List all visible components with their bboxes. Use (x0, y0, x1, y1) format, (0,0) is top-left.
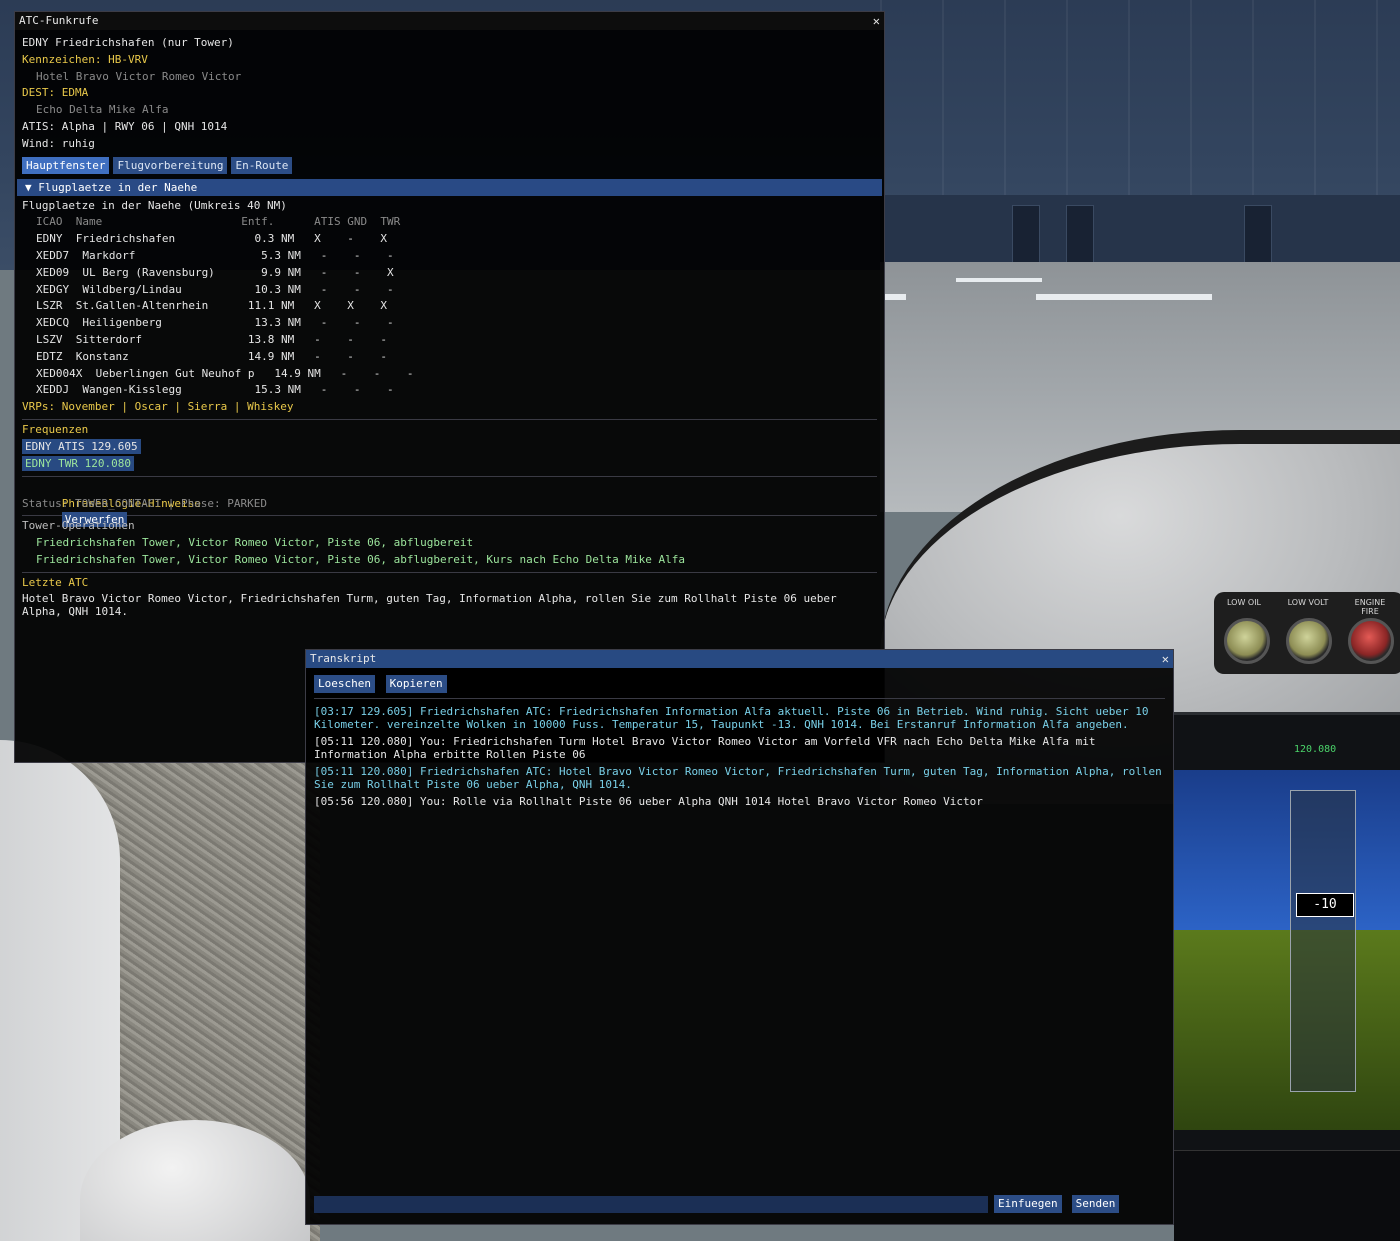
wind-line: Wind: ruhig (22, 136, 95, 150)
hangar-door (1066, 205, 1094, 265)
warning-label: ENGINE FIRE (1354, 598, 1386, 616)
pfd-frequency-readout: 120.080 (1294, 744, 1337, 755)
engine-fire-lamp[interactable] (1348, 618, 1394, 664)
status-line: Status: TOWER_CONTACT | Phase: PARKED (22, 496, 268, 510)
close-icon[interactable]: ✕ (873, 12, 880, 30)
table-row[interactable]: XEDCQ Heiligenberg 13.3 NM - - - (22, 315, 877, 332)
tab-hauptfenster[interactable]: Hauptfenster (22, 156, 110, 174)
destination-label: DEST: EDMA (22, 86, 89, 100)
tab-en-route[interactable]: En-Route (231, 156, 293, 174)
tarmac-marking (884, 294, 906, 300)
window-title: ATC-Funkrufe (19, 14, 99, 27)
insert-button[interactable]: Einfuegen (994, 1195, 1062, 1213)
tarmac-marking (956, 278, 1042, 282)
send-button[interactable]: Senden (1071, 1195, 1120, 1213)
message-input-row: Einfuegen Senden (314, 1194, 1165, 1214)
pfd-softkey-bar (1174, 1150, 1400, 1241)
table-row[interactable]: XEDD7 Markdorf 5.3 NM - - - (22, 248, 877, 265)
table-row[interactable]: XEDGY Wildberg/Lindau 10.3 NM - - - (22, 282, 877, 299)
pfd-ground (1174, 930, 1400, 1130)
airports-table-header: ICAO Name Entf. ATIS GND TWR (36, 215, 401, 229)
warning-light-panel: LOW OIL LOW VOLT ENGINE FIRE (1214, 592, 1400, 674)
tarmac-marking (1036, 294, 1212, 300)
nearby-title: Flugplaetze in der Naehe (Umkreis 40 NM) (22, 198, 287, 212)
tower-op-phrase[interactable]: Friedrichshafen Tower, Victor Romeo Vict… (22, 552, 877, 569)
transcript-log[interactable]: [03:17 129.605] Friedrichshafen ATC: Fri… (306, 699, 1173, 808)
airports-table: EDNY Friedrichshafen 0.3 NM X - X XEDD7 … (22, 231, 877, 399)
callsign-label: Kennzeichen: HB-VRV (22, 52, 148, 66)
table-row[interactable]: EDNY Friedrichshafen 0.3 NM X - X (22, 231, 877, 248)
hangar-band (880, 195, 1400, 265)
hangar-door (1244, 205, 1272, 265)
table-row[interactable]: XEDDJ Wangen-Kisslegg 15.3 NM - - - (22, 382, 877, 399)
low-volt-lamp[interactable] (1286, 618, 1332, 664)
separator (22, 571, 877, 573)
separator (22, 515, 877, 517)
close-icon[interactable]: ✕ (1162, 650, 1169, 668)
tower-ops-title: Tower-Operationen (22, 519, 135, 533)
transcript-entry: [05:11 120.080] Friedrichshafen ATC: Hot… (314, 765, 1162, 791)
pfd-vertical-speed-tape (1290, 790, 1356, 1092)
vrps-line: VRPs: November | Oscar | Sierra | Whiske… (22, 400, 294, 414)
nearby-airports-collapsing-header[interactable]: ▼ Flugplaetze in der Naehe (17, 178, 882, 196)
window-titlebar[interactable]: Transkript ✕ (306, 650, 1173, 668)
transcript-window: Transkript ✕ Loeschen Kopieren [03:17 12… (305, 649, 1174, 1225)
frequencies-title: Frequenzen (22, 422, 89, 436)
last-atc-title: Letzte ATC (22, 575, 89, 589)
last-atc-text: Hotel Bravo Victor Romeo Victor, Friedri… (22, 591, 837, 618)
transcript-entry: [03:17 129.605] Friedrichshafen ATC: Fri… (314, 705, 1149, 731)
clear-button[interactable]: Loeschen (314, 675, 375, 693)
pfd-sky (1174, 770, 1400, 930)
transcript-entry: [05:11 120.080] You: Friedrichshafen Tur… (314, 735, 1096, 761)
tab-flugvorbereitung[interactable]: Flugvorbereitung (113, 156, 228, 174)
frequency-button-atis[interactable]: EDNY ATIS 129.605 (22, 438, 141, 454)
table-row[interactable]: XED004X Ueberlingen Gut Neuhof p 14.9 NM… (22, 366, 877, 383)
callsign-spoken: Hotel Bravo Victor Romeo Victor (36, 69, 242, 83)
tab-bar: Hauptfenster Flugvorbereitung En-Route (22, 156, 877, 175)
message-input[interactable] (314, 1195, 988, 1213)
copy-button[interactable]: Kopieren (385, 675, 447, 693)
table-row[interactable]: LSZR St.Gallen-Altenrhein 11.1 NM X X X (22, 298, 877, 315)
table-row[interactable]: LSZV Sitterdorf 13.8 NM - - - (22, 332, 877, 349)
low-oil-lamp[interactable] (1224, 618, 1270, 664)
warning-label: LOW OIL (1226, 598, 1262, 607)
destination-spoken: Echo Delta Mike Alfa (36, 103, 169, 117)
tower-op-phrase[interactable]: Friedrichshafen Tower, Victor Romeo Vict… (22, 535, 877, 552)
atis-line: ATIS: Alpha | RWY 06 | QNH 1014 (22, 119, 228, 133)
warning-label: LOW VOLT (1287, 598, 1329, 607)
hangar-door (1012, 205, 1040, 265)
table-row[interactable]: EDTZ Konstanz 14.9 NM - - - (22, 349, 877, 366)
separator (22, 418, 877, 420)
window-titlebar[interactable]: ATC-Funkrufe ✕ (15, 12, 884, 30)
pfd-altitude-readout: -10 (1296, 893, 1354, 917)
airport-line: EDNY Friedrichshafen (nur Tower) (22, 36, 234, 49)
transcript-entry: [05:56 120.080] You: Rolle via Rollhalt … (314, 795, 983, 808)
separator (22, 475, 877, 477)
table-row[interactable]: XED09 UL Berg (Ravensburg) 9.9 NM - - X (22, 265, 877, 282)
frequency-button-twr[interactable]: EDNY TWR 120.080 (22, 455, 134, 471)
window-title: Transkript (310, 652, 377, 665)
